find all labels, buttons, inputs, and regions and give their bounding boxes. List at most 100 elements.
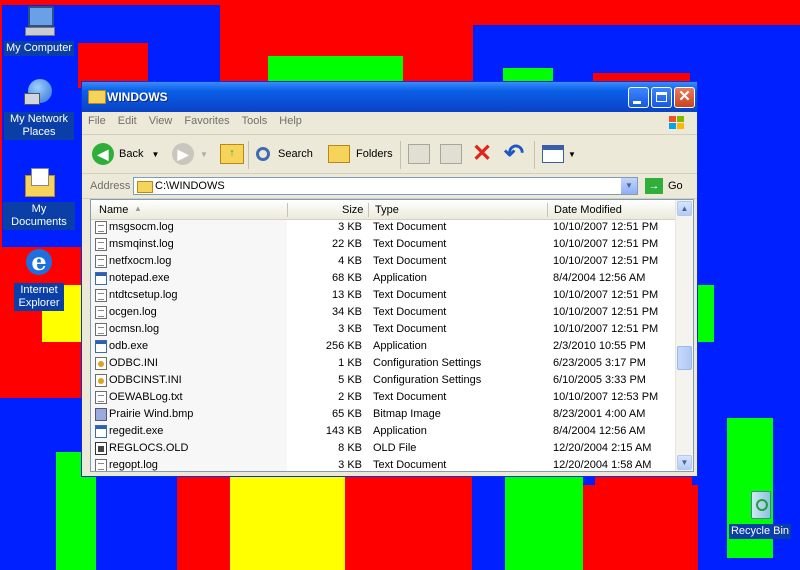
search-button[interactable]: Search [256,141,313,167]
maximize-button[interactable] [651,87,672,108]
bg-block [230,477,345,570]
scroll-up-button[interactable]: ▲ [677,201,692,216]
file-row[interactable]: msgsocm.log 3 KB Text Document 10/10/2007 1… [91,219,677,236]
desktop-icon-network-places[interactable]: My Network Places [3,75,75,140]
file-size: 4 KB [338,255,362,267]
internet-explorer-icon: e [22,246,56,280]
file-row[interactable]: netfxocm.log 4 KB Text Document 10/10/2007 … [91,253,677,270]
move-to-button[interactable] [408,141,430,167]
windows-logo-icon [665,114,689,132]
column-type-header[interactable]: Type [375,204,399,216]
bg-block [595,477,692,557]
toolbar-separator [534,141,535,169]
menu-file[interactable]: File [82,112,112,130]
minimize-button[interactable] [628,87,649,108]
bg-block [472,477,505,570]
copy-to-button[interactable] [440,141,462,167]
folders-button[interactable]: Folders [328,141,393,167]
window-title: WINDOWS [107,90,168,104]
column-size-header[interactable]: Size [342,204,363,216]
menu-view[interactable]: View [143,112,179,130]
desktop-icon-label: My Network Places [4,112,74,140]
config-file-icon [95,357,107,370]
menu-tools[interactable]: Tools [236,112,274,130]
search-icon [256,147,270,161]
file-type: Text Document [373,221,447,233]
text-document-icon [95,255,107,268]
undo-button[interactable]: ↶ [504,141,524,167]
file-size: 68 KB [332,272,362,284]
file-date: 10/10/2007 12:53 PM [553,391,659,403]
file-name: REGLOCS.OLD [109,442,189,454]
file-row[interactable]: msmqinst.log 22 KB Text Document 10/10/2007… [91,236,677,253]
file-row[interactable]: ntdtcsetup.log 13 KB Text Document 10/10/20… [91,287,677,304]
desktop-icon-label: My Documents [3,202,75,230]
address-dropdown-button[interactable]: ▼ [621,178,637,194]
bitmap-image-icon [95,408,107,421]
file-row[interactable]: REGLOCS.OLD 8 KB OLD File 12/20/2004 2:15 A… [91,440,677,457]
file-name: ocgen.log [109,306,157,318]
file-row[interactable]: ODBC.INI 1 KB Configuration Settings 6/23/2… [91,355,677,372]
file-row[interactable]: OEWABLog.txt 2 KB Text Document 10/10/2007 … [91,389,677,406]
scroll-down-button[interactable]: ▼ [677,455,692,470]
file-row[interactable]: regopt.log 3 KB Text Document 12/20/2004 1:… [91,457,677,471]
config-file-icon [95,374,107,387]
views-button[interactable]: ▼ [542,141,576,167]
file-row[interactable]: ODBCINST.INI 5 KB Configuration Settings 6/… [91,372,677,389]
file-row[interactable]: odb.exe 256 KB Application 2/3/2010 10:55 P… [91,338,677,355]
file-size: 1 KB [338,357,362,369]
vertical-scrollbar[interactable]: ▲ ▼ [675,200,693,471]
menu-help[interactable]: Help [273,112,308,130]
recycle-bin-icon [743,487,777,521]
file-date: 10/10/2007 12:51 PM [553,238,659,250]
file-row[interactable]: ocmsn.log 3 KB Text Document 10/10/2007 12:… [91,321,677,338]
column-divider[interactable] [547,203,548,217]
file-row[interactable]: regedit.exe 143 KB Application 8/4/2004 12:… [91,423,677,440]
file-list[interactable]: Name ▲ Size Type Date Modified msgsocm.l… [90,199,694,472]
application-icon [95,425,107,438]
file-size: 34 KB [332,306,362,318]
scroll-thumb[interactable] [677,346,692,370]
chevron-down-icon: ▼ [200,149,208,159]
forward-button[interactable]: ▶ ▼ [172,141,208,167]
application-icon [95,272,107,285]
file-row[interactable]: notepad.exe 68 KB Application 8/4/2004 12:5… [91,270,677,287]
desktop-icon-my-documents[interactable]: My Documents [3,165,75,230]
file-name: msmqinst.log [109,238,174,250]
file-row[interactable]: Prairie Wind.bmp 65 KB Bitmap Image 8/23/20… [91,406,677,423]
text-document-icon [95,238,107,251]
back-button[interactable]: ◀ Back ▼ [92,141,159,167]
file-date: 12/20/2004 1:58 AM [553,459,652,471]
title-bar[interactable]: WINDOWS ✕ [82,82,697,112]
column-divider[interactable] [368,203,369,217]
explorer-window[interactable]: WINDOWS ✕ File Edit View Favorites Tools Help… [81,81,698,477]
file-icon [95,442,107,455]
file-name: regopt.log [109,459,158,471]
column-date-header[interactable]: Date Modified [554,204,622,216]
desktop-icon-my-computer[interactable]: My Computer [3,4,75,56]
file-size: 13 KB [332,289,362,301]
desktop-icon-internet-explorer[interactable]: e Internet Explorer [3,246,75,311]
bg-block [96,477,177,570]
column-name-header[interactable]: Name [99,204,128,216]
close-button[interactable]: ✕ [674,87,695,108]
file-name: msgsocm.log [109,221,174,233]
file-date: 10/10/2007 12:51 PM [553,306,659,318]
file-name: OEWABLog.txt [109,391,183,403]
desktop-icon-recycle-bin[interactable]: Recycle Bin [724,487,796,539]
menu-edit[interactable]: Edit [112,112,143,130]
delete-icon: ✕ [472,140,493,167]
address-input[interactable]: C:\WINDOWS ▼ [133,177,638,195]
file-type: Text Document [373,391,447,403]
chevron-down-icon: ▼ [568,149,576,159]
file-type: Text Document [373,459,447,471]
column-divider[interactable] [287,203,288,217]
menu-favorites[interactable]: Favorites [178,112,235,130]
file-row[interactable]: ocgen.log 34 KB Text Document 10/10/2007 12… [91,304,677,321]
delete-button[interactable]: ✕ [472,141,492,167]
desktop-icon-label: Internet Explorer [14,283,64,311]
up-folder-button[interactable]: ↑ [220,141,244,167]
bg-block [698,285,714,342]
go-button[interactable]: → Go [645,178,683,194]
sort-ascending-icon: ▲ [134,204,142,213]
